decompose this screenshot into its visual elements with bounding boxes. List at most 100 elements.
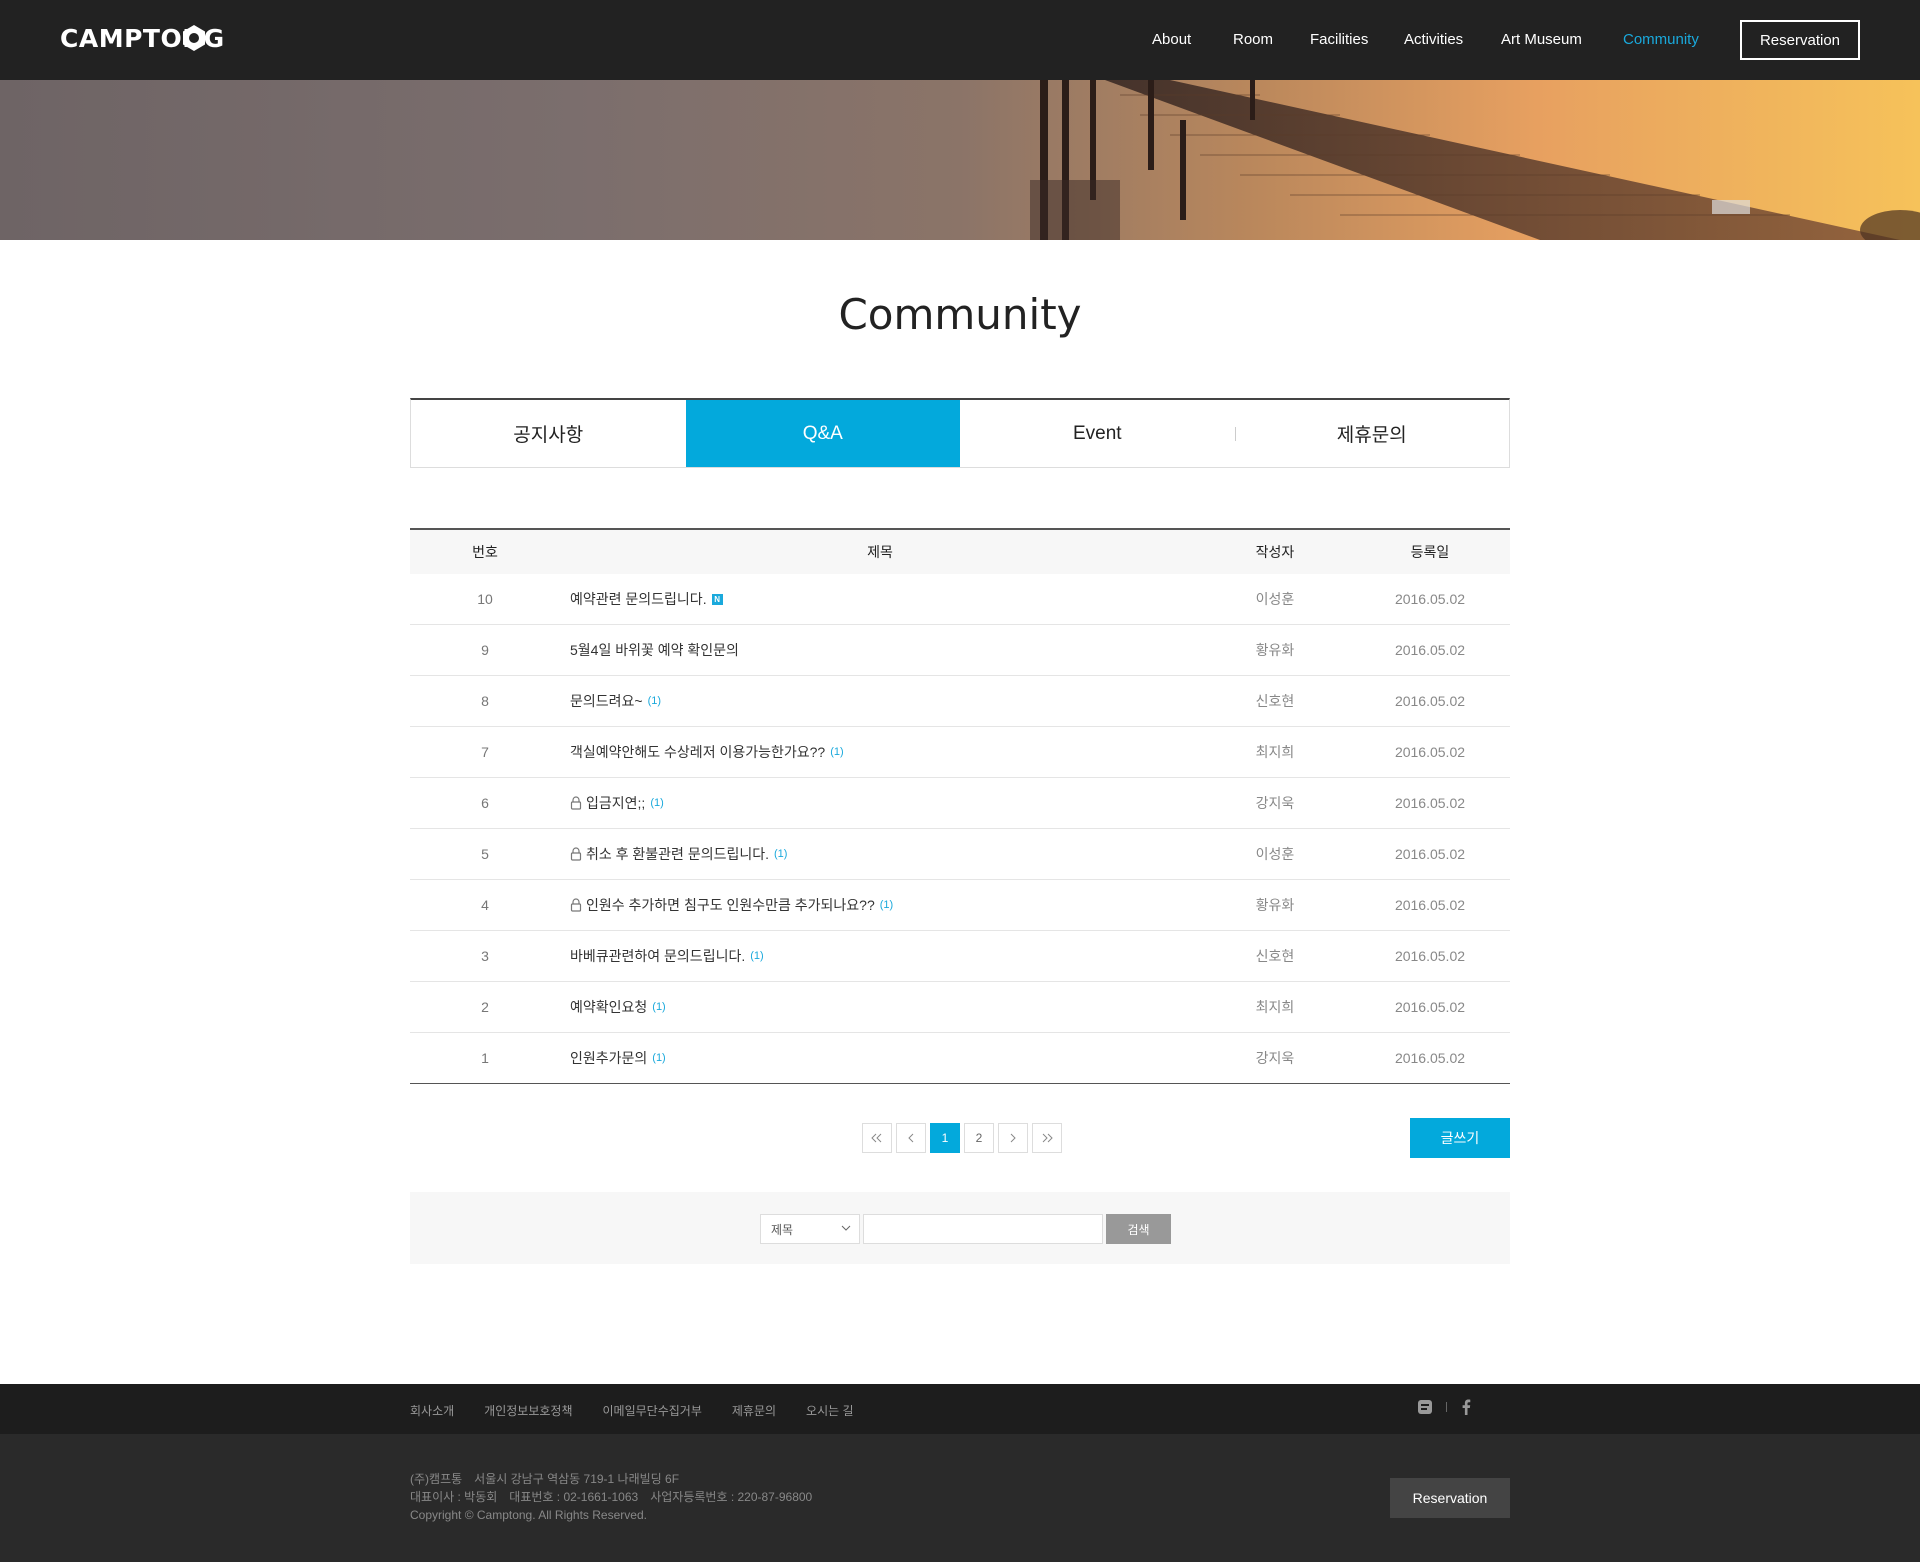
row-date: 2016.05.02 (1394, 1050, 1466, 1066)
row-title-cell: 인원수 추가하면 침구도 인원수만큼 추가되나요?? (1) (560, 895, 1200, 915)
footer-link-email-policy[interactable]: 이메일무단수집거부 (603, 1402, 702, 1419)
row-title-link[interactable]: 객실예약안해도 수상레저 이용가능한가요?? (570, 742, 825, 762)
footer-copyright: Copyright © Camptong. All Rights Reserve… (410, 1508, 647, 1522)
new-badge-icon: N (711, 593, 723, 605)
footer-biz-no: 사업자등록번호 : 220-87-96800 (650, 1490, 813, 1504)
comment-count: (1) (774, 848, 788, 860)
row-title-link[interactable]: 5월4일 바위꽃 예약 확인문의 (570, 640, 739, 660)
page-1-button[interactable]: 1 (930, 1123, 960, 1153)
row-title-link[interactable]: 인원추가문의 (570, 1048, 647, 1068)
facebook-icon[interactable] (1461, 1399, 1471, 1415)
table-row[interactable]: 4 인원수 추가하면 침구도 인원수만큼 추가되나요?? (1) 황유화 2016.05… (410, 880, 1510, 931)
row-title-cell: 취소 후 환불관련 문의드립니다. (1) (560, 844, 1200, 864)
nav-community[interactable]: Community (1623, 31, 1699, 48)
row-author: 황유화 (1255, 897, 1295, 913)
blog-icon[interactable] (1418, 1400, 1432, 1414)
row-title-link[interactable]: 인원수 추가하면 침구도 인원수만큼 추가되나요?? (586, 895, 875, 915)
tab-partnership[interactable]: 제휴문의 (1234, 400, 1510, 467)
table-row[interactable]: 3 바베큐관련하여 문의드립니다. (1) 신호현 2016.05.02 (410, 931, 1510, 982)
search-input[interactable] (863, 1214, 1103, 1244)
row-author: 이성훈 (1255, 591, 1295, 607)
nav-room[interactable]: Room (1233, 31, 1273, 48)
footer-phone: 대표번호 : 02-1661-1063 (509, 1490, 639, 1504)
nav-activities[interactable]: Activities (1404, 31, 1463, 48)
table-row[interactable]: 5 취소 후 환불관련 문의드립니다. (1) 이성훈 2016.05.02 (410, 829, 1510, 880)
footer-link-about[interactable]: 회사소개 (410, 1402, 454, 1419)
footer-ceo: 대표이사 : 박동회 (410, 1490, 498, 1504)
nav-art-museum[interactable]: Art Museum (1501, 31, 1582, 48)
logo-hexagon-icon (183, 25, 205, 51)
lock-icon (570, 898, 582, 912)
row-author: 이성훈 (1255, 846, 1295, 862)
top-header: CAMPTONG About Room Facilities Activitie… (0, 0, 1920, 80)
comment-count: (1) (647, 695, 662, 707)
row-title-link[interactable]: 문의드려요~ (570, 691, 643, 711)
tab-divider (1234, 427, 1236, 441)
tab-event[interactable]: Event (960, 400, 1235, 467)
row-date: 2016.05.02 (1394, 948, 1466, 964)
row-date: 2016.05.02 (1394, 795, 1466, 811)
reservation-button[interactable]: Reservation (1740, 20, 1860, 60)
footer-link-directions[interactable]: 오시는 길 (806, 1402, 854, 1419)
search-field-select[interactable]: 제목 (760, 1214, 860, 1244)
footer-info: (주)캠프통 서울시 강남구 역삼동 719-1 나래빌딩 6F 대표이사 : 박… (0, 1434, 1920, 1562)
row-date: 2016.05.02 (1394, 693, 1466, 709)
row-author: 최지희 (1255, 744, 1295, 760)
row-author: 황유화 (1255, 642, 1295, 658)
footer-link-partnership[interactable]: 제휴문의 (732, 1402, 776, 1419)
row-title-link[interactable]: 예약확인요청 (570, 997, 647, 1017)
row-author: 최지희 (1255, 999, 1295, 1015)
page-title: Community (838, 290, 1082, 339)
tab-partnership-label: 제휴문의 (1336, 425, 1407, 446)
row-title-link[interactable]: 입금지연;; (586, 793, 645, 813)
row-title-link[interactable]: 바베큐관련하여 문의드립니다. (570, 946, 745, 966)
row-title-cell: 문의드려요~ (1) (560, 691, 1200, 711)
row-number: 2 (481, 999, 489, 1015)
row-title-cell: 5월4일 바위꽃 예약 확인문의 (560, 640, 1200, 660)
row-author: 신호현 (1255, 948, 1295, 964)
row-author: 강지욱 (1255, 795, 1295, 811)
row-date: 2016.05.02 (1394, 897, 1466, 913)
row-number: 9 (481, 642, 489, 658)
table-row[interactable]: 1 인원추가문의 (1) 강지욱 2016.05.02 (410, 1033, 1510, 1084)
first-page-icon[interactable] (862, 1123, 892, 1153)
table-row[interactable]: 9 5월4일 바위꽃 예약 확인문의 황유화 2016.05.02 (410, 625, 1510, 676)
row-date: 2016.05.02 (1394, 642, 1466, 658)
table-row[interactable]: 6 입금지연;; (1) 강지욱 2016.05.02 (410, 778, 1510, 829)
table-row[interactable]: 7 객실예약안해도 수상레저 이용가능한가요?? (1) 최지희 2016.05.02 (410, 727, 1510, 778)
community-tabs: 공지사항 Q&A Event 제휴문의 (410, 398, 1510, 468)
row-date: 2016.05.02 (1394, 999, 1466, 1015)
table-row[interactable]: 2 예약확인요청 (1) 최지희 2016.05.02 (410, 982, 1510, 1033)
row-title-link[interactable]: 예약관련 문의드립니다. (570, 589, 707, 609)
pagination: 1 2 (862, 1123, 1062, 1153)
col-header-author: 작성자 (1255, 544, 1295, 560)
footer-company: (주)캠프통 (410, 1472, 463, 1486)
comment-count: (1) (652, 1052, 666, 1064)
next-page-icon[interactable] (998, 1123, 1028, 1153)
table-row[interactable]: 8 문의드려요~ (1) 신호현 2016.05.02 (410, 676, 1510, 727)
row-title-link[interactable]: 취소 후 환불관련 문의드립니다. (586, 844, 769, 864)
footer-reservation-button[interactable]: Reservation (1390, 1478, 1510, 1518)
row-number: 3 (481, 948, 489, 964)
nav-about[interactable]: About (1152, 31, 1191, 48)
chevron-down-icon (841, 1225, 851, 1231)
lock-icon (570, 796, 582, 810)
tab-notice[interactable]: 공지사항 (411, 400, 686, 467)
write-button[interactable]: 글쓰기 (1410, 1118, 1510, 1158)
row-number: 4 (481, 897, 489, 913)
last-page-icon[interactable] (1032, 1123, 1062, 1153)
row-date: 2016.05.02 (1394, 846, 1466, 862)
nav-facilities[interactable]: Facilities (1310, 31, 1368, 48)
col-header-no: 번호 (472, 544, 498, 560)
prev-page-icon[interactable] (896, 1123, 926, 1153)
tab-qna[interactable]: Q&A (685, 400, 960, 467)
search-field-value: 제목 (771, 1222, 794, 1237)
table-row[interactable]: 10 예약관련 문의드립니다. N 이성훈 2016.05.02 (410, 574, 1510, 625)
comment-count: (1) (750, 950, 764, 962)
comment-count: (1) (879, 899, 894, 911)
page-2-button[interactable]: 2 (964, 1123, 994, 1153)
comment-count: (1) (830, 746, 844, 758)
row-author: 신호현 (1255, 693, 1295, 709)
footer-link-privacy[interactable]: 개인정보보호정책 (484, 1402, 572, 1419)
search-button[interactable]: 검색 (1106, 1214, 1171, 1244)
